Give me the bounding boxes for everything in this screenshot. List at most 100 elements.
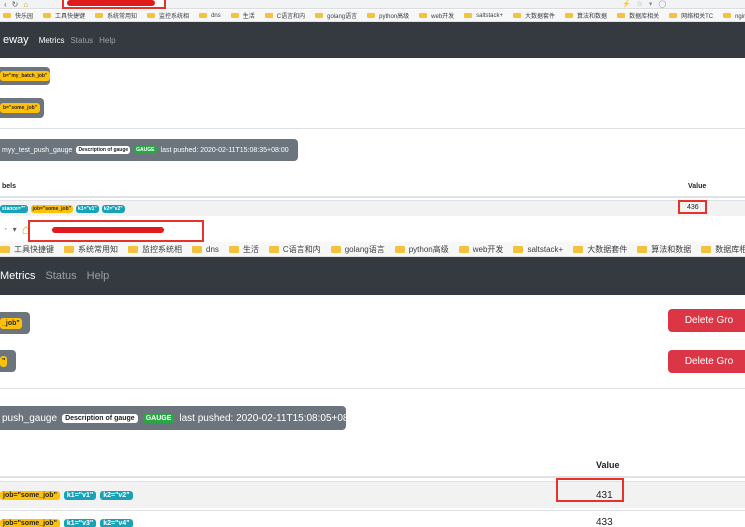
reload-icon[interactable]: ↻	[12, 0, 19, 9]
bookmark-label: web开发	[431, 14, 455, 20]
nav-status[interactable]: Status	[45, 270, 76, 282]
folder-icon	[43, 13, 52, 18]
metric-type-badge: GAUGE	[134, 146, 157, 154]
bookmark-label: golang语言	[344, 244, 385, 254]
folder-icon	[330, 245, 341, 253]
last-pushed: last pushed: 2020-02-11T15:08:35+08:00	[160, 146, 289, 154]
bookmark-item[interactable]: 工具快捷键	[43, 11, 85, 20]
back-icon[interactable]: ‹	[4, 0, 7, 9]
bookmark-item[interactable]: C语言和内	[268, 244, 321, 255]
bookmark-label: dns	[211, 12, 221, 19]
bookmark-label: C语言和内	[276, 14, 306, 20]
nav-metrics[interactable]: Metrics	[0, 270, 35, 282]
bookmark-item[interactable]: 工具快捷键	[0, 244, 54, 255]
folder-icon	[264, 13, 273, 18]
nav-metrics[interactable]: Metrics	[39, 36, 65, 45]
bookmark-item[interactable]: 数据库相关	[617, 11, 659, 20]
bookmark-label: C语言和内	[282, 244, 321, 254]
bookmark-item[interactable]: 大数据套件	[573, 244, 627, 255]
bookmark-label: 工具快捷键	[14, 244, 54, 254]
folder-icon	[513, 245, 524, 253]
nav-status[interactable]: Status	[70, 36, 93, 45]
folder-icon	[315, 13, 324, 18]
folder-icon	[573, 245, 584, 253]
bookmark-label: python高级	[408, 244, 449, 254]
bookmark-item[interactable]: 生活	[230, 11, 255, 20]
group-button-my-batch-job[interactable]: b="my_batch_job"	[0, 67, 51, 85]
folder-icon	[723, 13, 732, 18]
dropdown-icon[interactable]: ▾	[13, 225, 17, 234]
bookmark-item[interactable]: golang语言	[315, 11, 357, 20]
folder-icon	[394, 245, 405, 253]
bookmark-item[interactable]: 监控系统相	[128, 244, 182, 255]
delete-group-button[interactable]: Delete Gro	[668, 350, 745, 373]
folder-icon	[669, 13, 678, 18]
folder-icon	[565, 13, 574, 18]
group-button-some-job[interactable]: b="some_job"	[0, 98, 44, 118]
bookmark-item[interactable]: dns	[192, 245, 219, 254]
home-icon[interactable]: ⌂	[23, 0, 28, 9]
brand-title[interactable]: eway	[3, 34, 29, 46]
bookmark-item[interactable]: C语言和内	[264, 11, 306, 20]
bookmark-item[interactable]: 算法和数据	[637, 244, 691, 255]
bookmark-item[interactable]: dns	[199, 13, 221, 19]
label-badge-k1: k1="v1"	[63, 490, 97, 500]
bookmark-label: 系统常用知	[107, 14, 138, 20]
bookmark-item[interactable]: web开发	[458, 244, 504, 255]
metric-header-bottom[interactable]: push_gauge Description of gauge GAUGE la…	[0, 406, 362, 430]
bookmark-item[interactable]: 网络相关TC	[669, 11, 713, 20]
address-bar-top[interactable]	[62, 0, 166, 9]
bookmark-item[interactable]: python高级	[367, 11, 409, 20]
bookmark-item[interactable]: web开发	[419, 11, 454, 20]
table-row: job="some_job" k1="v3" k2="v4" 433	[0, 510, 745, 527]
bookmark-item[interactable]: 数据库相关	[701, 244, 745, 255]
table-header-top: bels Value	[0, 176, 745, 198]
bookmark-label: web开发	[472, 244, 504, 254]
group-button-some-job[interactable]: "	[0, 350, 16, 372]
bookmarks-bar-top: 快乐园 工具快捷键 系统常用知 监控系统相 dns 生活 C语言和内 golang语言 pyth…	[0, 10, 745, 22]
bookmark-label: 监控系统相	[142, 244, 182, 254]
folder-icon	[0, 245, 10, 253]
reload-icon[interactable]: ·	[4, 223, 8, 235]
bookmark-item[interactable]: nginx 相关	[723, 11, 745, 20]
value-header: Value	[596, 460, 620, 470]
browser-toolbar-bottom: · ▾ ⌂ | ◯	[0, 217, 745, 242]
bookmark-item[interactable]: saltstack+	[513, 245, 563, 254]
group-label: b="some_job"	[0, 103, 41, 113]
delete-group-button[interactable]: Delete Gro	[668, 309, 745, 332]
metric-header-top[interactable]: myy_test_push_gauge Description of gauge…	[0, 139, 298, 161]
folder-icon	[617, 13, 626, 18]
address-bar-bottom[interactable]	[28, 220, 204, 242]
nav-help[interactable]: Help	[99, 36, 115, 45]
folder-icon	[192, 245, 202, 253]
bookmark-item[interactable]: 监控系统相	[147, 11, 189, 20]
bookmark-label: golang语言	[327, 14, 358, 20]
folder-icon	[230, 13, 239, 18]
redacted-url	[52, 227, 164, 233]
redacted-url	[67, 0, 155, 6]
bookmark-item[interactable]: saltstack+	[464, 13, 503, 19]
bookmark-label: 网络相关TC	[681, 14, 714, 20]
folder-icon	[228, 245, 239, 253]
bookmark-item[interactable]: 系统常用知	[64, 244, 118, 255]
bookmark-item[interactable]: 算法和数据	[565, 11, 607, 20]
value-header: Value	[688, 183, 707, 190]
group-label: _job"	[0, 317, 22, 329]
label-badge-k1: k1="v1"	[76, 204, 99, 213]
folder-icon	[464, 13, 473, 18]
bookmark-item[interactable]: 快乐园	[3, 11, 33, 20]
nav-help[interactable]: Help	[87, 270, 110, 282]
bookmark-item[interactable]: 大数据套件	[513, 11, 555, 20]
bookmark-item[interactable]: golang语言	[330, 244, 385, 255]
bookmark-item[interactable]: python高级	[394, 244, 449, 255]
divider	[0, 388, 745, 389]
table-row: stance="" job="some_job" k1="v1" k2="v2"…	[0, 200, 745, 216]
app-navbar-top: eway Metrics Status Help	[0, 22, 745, 58]
group-button-job[interactable]: _job"	[0, 312, 30, 334]
bookmark-item[interactable]: 生活	[228, 244, 259, 255]
metric-name: push_gauge	[2, 412, 58, 424]
folder-icon	[513, 13, 522, 18]
table-row: job="some_job" k1="v1" k2="v2" 431	[0, 481, 745, 508]
label-badge-k2: k2="v2"	[101, 204, 125, 213]
bookmark-item[interactable]: 系统常用知	[95, 11, 137, 20]
